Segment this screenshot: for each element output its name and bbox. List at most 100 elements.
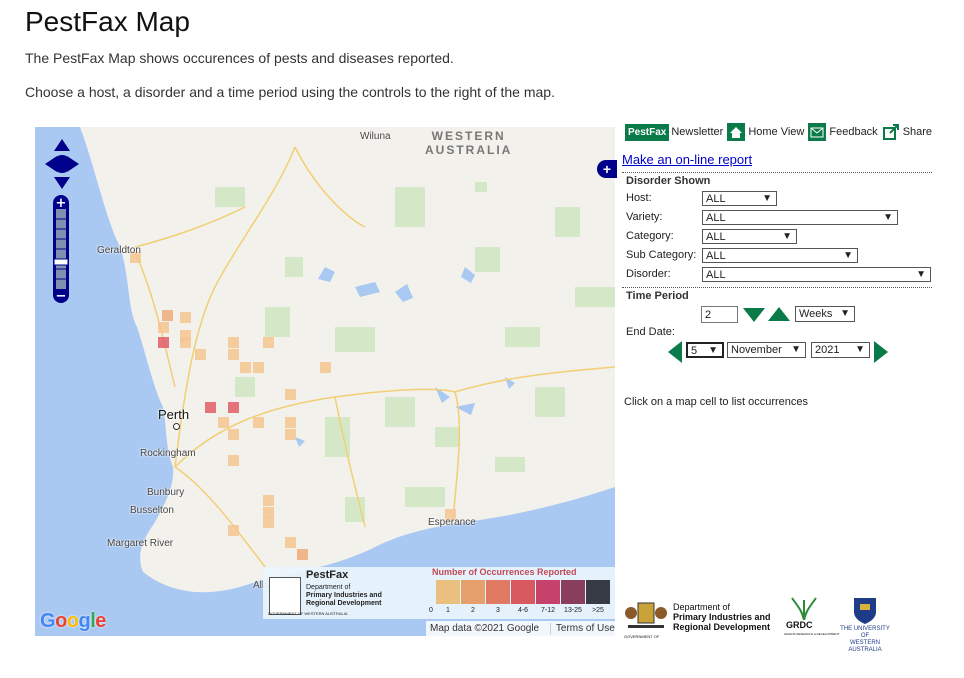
occurrence-cell[interactable] xyxy=(205,402,216,413)
home-view-link[interactable]: Home View xyxy=(748,126,804,138)
legend-bin-label: 3 xyxy=(496,607,500,614)
occurrence-cell[interactable] xyxy=(228,402,239,413)
occurrence-cell[interactable] xyxy=(285,417,296,428)
footer-gov-text: GOVERNMENT OF xyxy=(624,634,660,639)
occurrence-cell[interactable] xyxy=(228,525,239,536)
chevron-down-icon: ▼ xyxy=(840,308,850,319)
occurrence-cell[interactable] xyxy=(218,417,229,428)
occurrence-cell[interactable] xyxy=(253,362,264,373)
grdc-subtitle: GRAINS RESEARCH & DEVELOPMENT xyxy=(784,632,840,636)
pan-control[interactable] xyxy=(43,137,81,191)
page-title: PestFax Map xyxy=(25,6,190,37)
map-attribution: Map data ©2021 Google Terms of Use xyxy=(426,621,615,636)
occurrence-cell[interactable] xyxy=(253,417,264,428)
legend-swatch xyxy=(536,580,560,604)
occurrence-cell[interactable] xyxy=(263,517,274,528)
uwa-logo-text: THE UNIVERSITY OF WESTERN AUSTRALIA xyxy=(840,626,890,653)
intro-text: The PestFax Map shows occurences of pest… xyxy=(25,50,454,66)
feedback-link[interactable]: Feedback xyxy=(829,126,877,138)
legend-bin-label: >25 xyxy=(592,607,604,614)
chevron-down-icon: ▼ xyxy=(762,193,772,204)
increase-arrow-icon[interactable] xyxy=(768,307,790,321)
town-esperance: Esperance xyxy=(428,517,476,528)
day-select[interactable]: 5 ▼ xyxy=(686,342,724,358)
occurrence-cell[interactable] xyxy=(195,349,206,360)
home-icon[interactable] xyxy=(727,123,746,141)
map-hint: Click on a map cell to list occurrences xyxy=(624,396,809,408)
occurrence-cell[interactable] xyxy=(285,537,296,548)
legend-swatch xyxy=(461,580,485,604)
map-legend: PestFax Department of Primary Industries … xyxy=(263,567,615,619)
instructions-text: Choose a host, a disorder and a time per… xyxy=(25,84,555,100)
legend-bin-label: 13-25 xyxy=(564,607,582,614)
month-select[interactable]: November ▼ xyxy=(727,342,806,358)
occurrence-cell[interactable] xyxy=(320,362,331,373)
grdc-wheat-icon xyxy=(791,597,817,620)
occurrence-cell[interactable] xyxy=(158,337,169,348)
previous-date-arrow-icon[interactable] xyxy=(668,341,682,363)
occurrence-cell[interactable] xyxy=(228,429,239,440)
chevron-down-icon: ▼ xyxy=(708,345,718,356)
next-date-arrow-icon[interactable] xyxy=(874,341,888,363)
category-label: Category: xyxy=(626,230,674,242)
occurrence-cell[interactable] xyxy=(162,310,173,321)
category-select[interactable]: ALL ▼ xyxy=(702,229,797,244)
divider xyxy=(622,287,932,288)
government-crest-icon xyxy=(269,577,301,615)
occurrence-cell[interactable] xyxy=(228,337,239,348)
chevron-down-icon: ▼ xyxy=(916,269,926,280)
occurrence-cell[interactable] xyxy=(285,389,296,400)
decrease-arrow-icon[interactable] xyxy=(743,308,765,322)
variety-select[interactable]: ALL ▼ xyxy=(702,210,898,225)
newsletter-link[interactable]: Newsletter xyxy=(671,126,723,138)
occurrence-cell[interactable] xyxy=(180,337,191,348)
legend-bin-label: 1 xyxy=(446,607,450,614)
wa-government-crest-icon xyxy=(624,602,668,638)
occurrence-cell[interactable] xyxy=(228,455,239,466)
legend-swatch xyxy=(436,580,460,604)
pan-down-icon xyxy=(54,177,70,189)
occurrence-cell[interactable] xyxy=(297,549,308,560)
grdc-logo-text: GRDC xyxy=(786,620,813,630)
occurrence-cell[interactable] xyxy=(240,362,251,373)
terms-link[interactable]: Terms of Use xyxy=(549,623,615,634)
legend-org: Department of Primary Industries and Regio… xyxy=(306,584,382,607)
uwa-crest-icon xyxy=(854,598,876,624)
legend-bin-label: 7-12 xyxy=(540,607,555,614)
disorder-select[interactable]: ALL ▼ xyxy=(702,267,931,282)
share-link[interactable]: Share xyxy=(903,126,932,138)
pest-map[interactable]: WESTERN AUSTRALIA Wiluna Geraldton Perth … xyxy=(35,127,615,636)
share-icon[interactable] xyxy=(881,123,900,141)
expand-panel-icon[interactable]: + xyxy=(597,160,617,178)
online-report-link[interactable]: Make an on-line report xyxy=(622,152,752,167)
dpird-logo-text: Department of Primary Industries and Regio… xyxy=(673,602,771,632)
occurrence-cell[interactable] xyxy=(228,349,239,360)
chevron-down-icon: ▼ xyxy=(843,250,853,261)
variety-label: Variety: xyxy=(626,211,663,223)
pestfax-logo: PestFax xyxy=(625,123,670,141)
end-date-label: End Date: xyxy=(626,326,675,338)
occurrence-cell[interactable] xyxy=(285,429,296,440)
subcategory-select[interactable]: ALL ▼ xyxy=(702,248,858,263)
occurrence-cell[interactable] xyxy=(158,322,169,333)
legend-title: PestFax xyxy=(306,569,349,581)
legend-swatch xyxy=(486,580,510,604)
disorder-label: Disorder: xyxy=(626,268,671,280)
toolbar: PestFax Newsletter Home View Feedback Sh… xyxy=(625,122,936,142)
google-logo: Google xyxy=(40,610,106,632)
town-geraldton: Geraldton xyxy=(97,245,141,256)
divider xyxy=(622,172,932,173)
town-bunbury: Bunbury xyxy=(147,487,185,498)
town-wiluna: Wiluna xyxy=(360,131,391,142)
zoom-control[interactable]: + − xyxy=(50,195,72,303)
period-unit-select[interactable]: Weeks ▼ xyxy=(795,306,855,322)
year-select[interactable]: 2021 ▼ xyxy=(811,342,870,358)
host-select[interactable]: ALL ▼ xyxy=(702,191,777,206)
mail-icon[interactable] xyxy=(808,123,827,141)
legend-swatch xyxy=(561,580,585,604)
occurrence-cell[interactable] xyxy=(180,312,191,323)
chevron-down-icon: ▼ xyxy=(782,231,792,242)
occurrence-cell[interactable] xyxy=(263,495,274,506)
period-amount-input[interactable]: 2 xyxy=(701,306,738,323)
occurrence-cell[interactable] xyxy=(263,337,274,348)
